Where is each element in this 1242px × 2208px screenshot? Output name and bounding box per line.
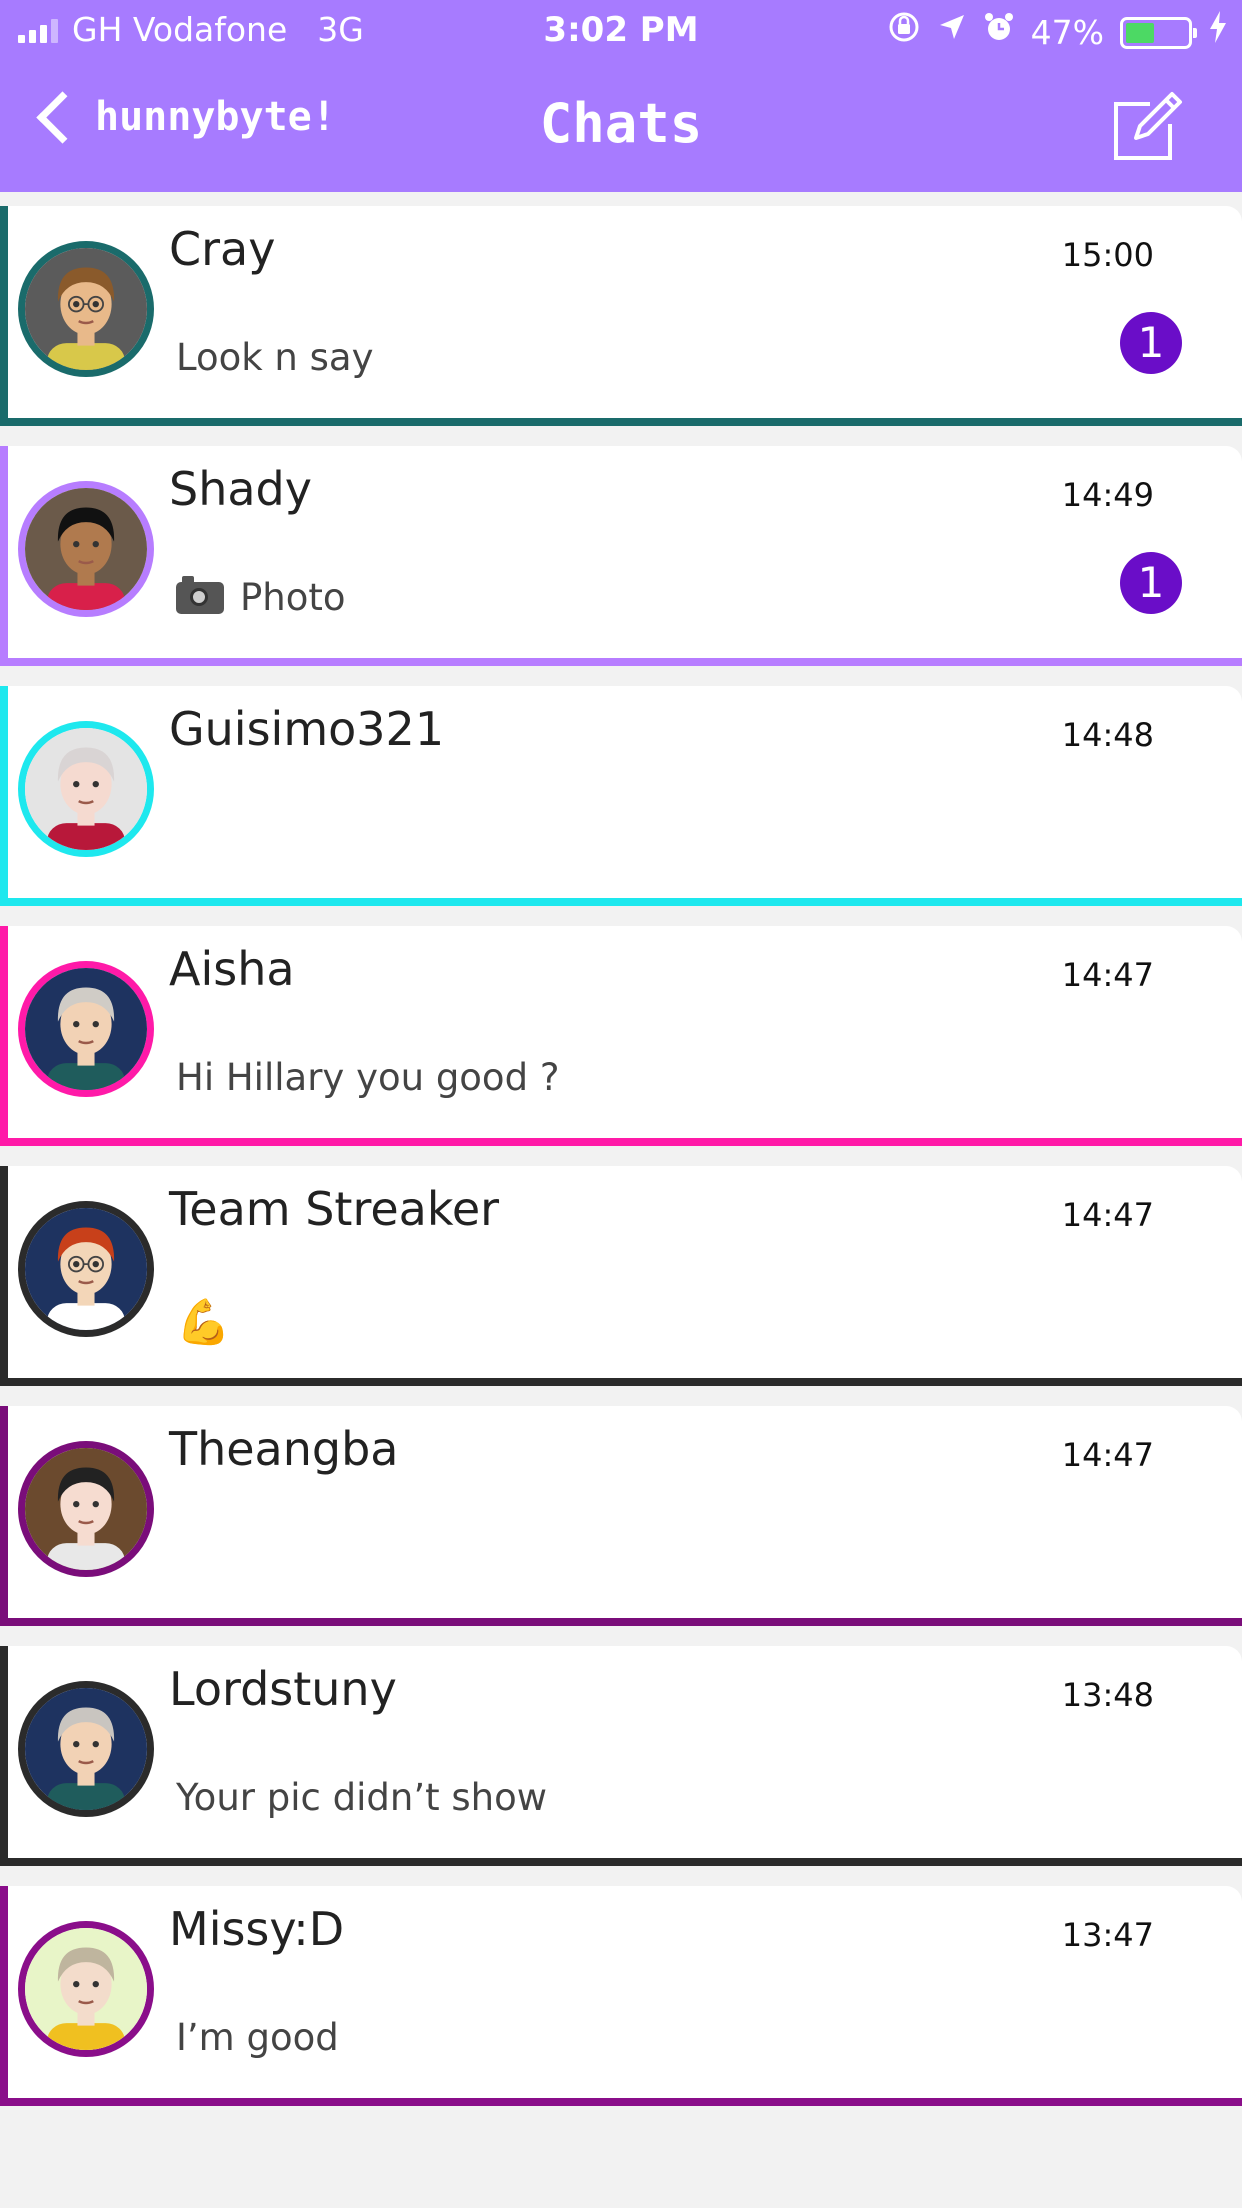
chevron-left-icon [36,90,89,144]
chat-preview: 💪 [176,1296,231,1348]
chat-time: 13:48 [1061,1676,1154,1714]
chat-time: 15:00 [1061,236,1154,274]
chat-preview-text: 💪 [176,1297,231,1348]
chat-name: Aisha [169,942,295,996]
chat-name: Lordstuny [169,1662,397,1716]
chat-time: 14:47 [1061,1436,1154,1474]
chat-preview: Photo [176,575,346,619]
chat-preview-text: Photo [240,576,346,619]
chat-preview-text: Look n say [176,336,374,379]
alarm-icon [983,11,1015,54]
chat-name: Shady [169,462,312,516]
chat-row[interactable]: Team Streaker 14:47 💪 [0,1166,1242,1386]
chat-preview-text: Your pic didn’t show [176,1776,547,1819]
avatar [18,1201,154,1337]
charging-icon [1208,10,1228,55]
battery-percent: 47% [1030,13,1104,52]
chat-name: Missy:D [169,1902,345,1956]
compose-button[interactable] [1106,86,1186,166]
back-button[interactable]: hunnybyte! [30,90,336,144]
chat-row[interactable]: Guisimo321 14:48 [0,686,1242,906]
unread-badge: 1 [1120,552,1182,614]
chat-row[interactable]: Theangba 14:47 [0,1406,1242,1626]
avatar [18,721,154,857]
chat-preview-text: I’m good [176,2016,339,2059]
battery-icon [1120,16,1197,49]
chat-row[interactable]: Shady 14:49 Photo 1 [0,446,1242,666]
unread-badge: 1 [1120,312,1182,374]
top-bar: GH Vodafone 3G 3:02 PM 47% hunnybyte! Ch… [0,0,1242,192]
chat-name: Team Streaker [169,1182,500,1236]
chat-preview: I’m good [176,2016,339,2059]
chat-time: 13:47 [1061,1916,1154,1954]
chat-time: 14:48 [1061,716,1154,754]
compose-icon [1114,92,1182,160]
location-icon [937,12,967,53]
rotation-lock-icon [887,10,921,55]
back-label: hunnybyte! [95,94,336,140]
avatar [18,1441,154,1577]
chat-time: 14:47 [1061,1196,1154,1234]
avatar [18,1681,154,1817]
chat-name: Cray [169,222,276,276]
chat-preview: Your pic didn’t show [176,1776,547,1819]
avatar [18,241,154,377]
chat-row[interactable]: Cray 15:00 Look n say 1 [0,206,1242,426]
avatar [18,1921,154,2057]
camera-icon [176,575,224,614]
chat-preview: Look n say [176,336,373,379]
chat-name: Theangba [169,1422,399,1476]
chat-preview: Hi Hillary you good ? [176,1056,559,1099]
navigation-bar: hunnybyte! Chats [0,80,1242,180]
status-bar: GH Vodafone 3G 3:02 PM 47% [0,0,1242,62]
chat-time: 14:47 [1061,956,1154,994]
chat-row[interactable]: Aisha 14:47 Hi Hillary you good ? [0,926,1242,1146]
chat-time: 14:49 [1061,476,1154,514]
chat-name: Guisimo321 [169,702,445,756]
avatar [18,961,154,1097]
chat-row[interactable]: Missy:D 13:47 I’m good [0,1886,1242,2106]
avatar [18,481,154,617]
chat-row[interactable]: Lordstuny 13:48 Your pic didn’t show [0,1646,1242,1866]
chat-preview-text: Hi Hillary you good ? [176,1056,560,1099]
